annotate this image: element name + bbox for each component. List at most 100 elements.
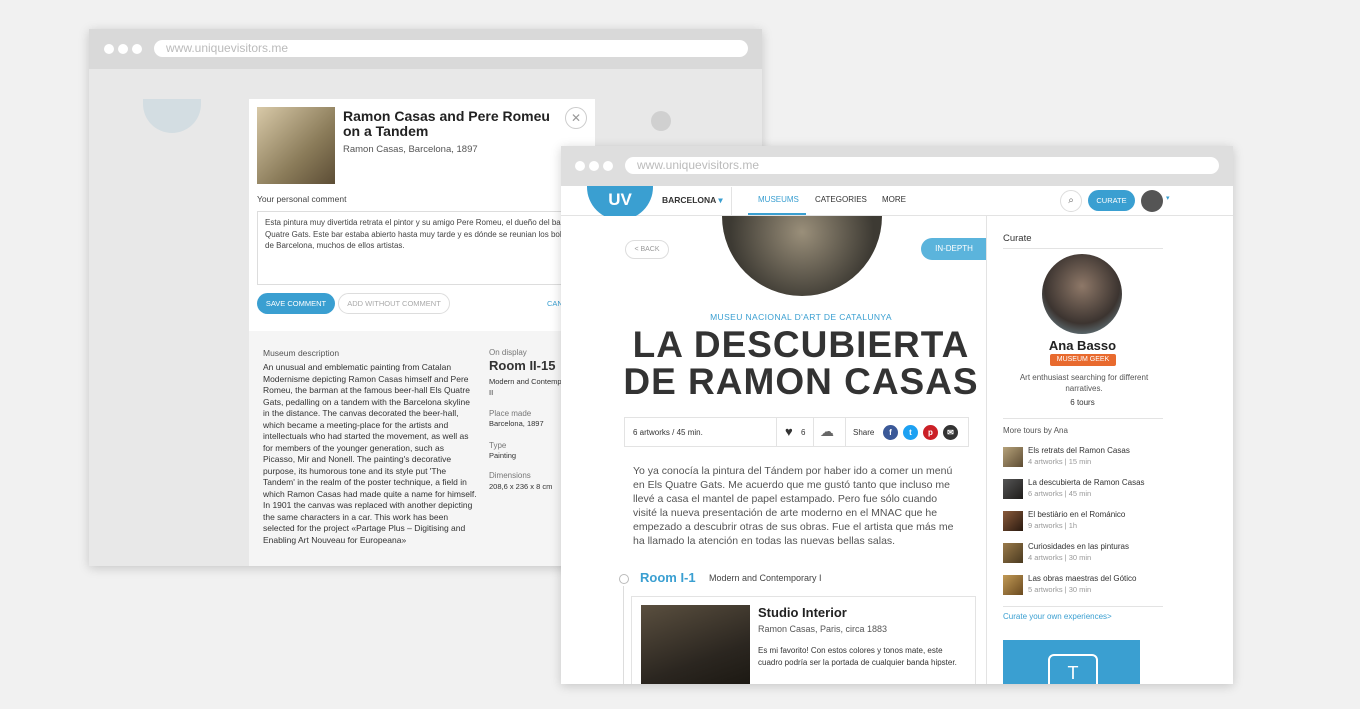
tour-thumbnail [1003, 511, 1023, 531]
heart-icon[interactable]: ♥ [785, 424, 793, 439]
divider [813, 418, 814, 446]
type-value: Painting [489, 451, 517, 460]
tour-item[interactable]: La descubierta de Ramon Casas 6 artworks… [1003, 478, 1173, 504]
save-comment-button[interactable]: SAVE COMMENT [257, 293, 335, 314]
tablet-icon: T [1048, 654, 1098, 684]
room-name[interactable]: Room I-1 [640, 570, 696, 585]
artwork-title: Ramon Casas and Pere Romeu on a Tandem [343, 108, 550, 139]
tour-item[interactable]: Las obras maestras del Gótico 5 artworks… [1003, 574, 1173, 600]
place-value: Barcelona, 1897 [489, 419, 544, 428]
tour-title: El bestiàrio en el Románico [1028, 510, 1126, 519]
twitter-icon[interactable]: t [903, 425, 918, 440]
tour-meta: 4 artworks | 30 min [1028, 553, 1092, 562]
curator-name[interactable]: Ana Basso [987, 338, 1178, 353]
active-tab-indicator [748, 213, 806, 215]
tour-item[interactable]: Els retrats del Ramon Casas 4 artworks |… [1003, 446, 1173, 472]
comment-textarea[interactable]: Esta pintura muy divertida retrata el pi… [257, 211, 595, 285]
nav-categories[interactable]: CATEGORIES [815, 195, 867, 204]
back-button[interactable]: < BACK [625, 240, 669, 259]
curate-button[interactable]: CURATE [1088, 190, 1135, 211]
tour-meta: 4 artworks | 15 min [1028, 457, 1092, 466]
place-label: Place made [489, 409, 532, 418]
dimensions-value: 208,6 x 236 x 8 cm [489, 482, 553, 491]
url-bar[interactable]: www.uniquevisitors.me [154, 40, 748, 57]
window-dot-icon [104, 44, 114, 54]
browser-chrome: www.uniquevisitors.me [89, 29, 762, 69]
url-bar[interactable]: www.uniquevisitors.me [625, 157, 1219, 174]
avatar [651, 111, 671, 131]
tour-stats: 6 artworks / 45 min. [633, 428, 703, 437]
chevron-down-icon[interactable]: ▾ [1166, 194, 1170, 202]
divider [1003, 606, 1163, 607]
curator-tour-count: 6 tours [1070, 398, 1095, 407]
tour-item[interactable]: El bestiàrio en el Románico 9 artworks |… [1003, 510, 1173, 536]
pinterest-icon[interactable]: p [923, 425, 938, 440]
artwork-subtitle: Ramon Casas, Paris, circa 1883 [758, 624, 888, 634]
window-dot-icon [603, 161, 613, 171]
sidebar-heading: Curate [1003, 233, 1032, 244]
front-browser-window: www.uniquevisitors.me UV BARCELONA ▾ MUS… [561, 146, 1233, 684]
curator-avatar[interactable] [1042, 254, 1122, 334]
city-selector[interactable]: BARCELONA ▾ [662, 195, 723, 206]
tour-meta: 6 artworks | 45 min [1028, 489, 1092, 498]
divider [1003, 418, 1163, 419]
tour-meta: 5 artworks | 30 min [1028, 585, 1092, 594]
add-without-comment-button[interactable]: ADD WITHOUT COMMENT [338, 293, 450, 314]
page-title: LA DESCUBIERTA DE RAMON CASAS [623, 324, 979, 402]
close-icon[interactable]: ✕ [565, 107, 587, 129]
browser-chrome: www.uniquevisitors.me [561, 146, 1233, 186]
email-icon[interactable]: ✉ [943, 425, 958, 440]
tour-thumbnail [1003, 479, 1023, 499]
tour-thumbnail [1003, 447, 1023, 467]
facebook-icon[interactable]: f [883, 425, 898, 440]
chevron-down-icon: ▾ [718, 195, 723, 205]
curator-badge: MUSEUM GEEK [1050, 354, 1116, 366]
avatar[interactable] [1141, 190, 1163, 212]
window-dot-icon [118, 44, 128, 54]
museum-description-label: Museum description [263, 348, 340, 358]
search-icon[interactable]: ⌕ [1060, 190, 1082, 212]
download-cloud-icon[interactable]: ☁ [820, 423, 834, 440]
nav-museums[interactable]: MUSEUMS [758, 195, 799, 204]
curator-sidebar: Curate Ana Basso MUSEUM GEEK Art enthusi… [986, 216, 1233, 684]
room-value: Room II-15 [489, 358, 556, 373]
divider [845, 418, 846, 446]
comment-label: Your personal comment [257, 194, 347, 204]
curate-own-link[interactable]: Curate your own experiences> [1003, 612, 1112, 621]
divider [731, 187, 732, 215]
tour-title: Las obras maestras del Gótico [1028, 574, 1137, 583]
uv-logo[interactable]: UV [587, 186, 653, 220]
curator-bio: Art enthusiast searching for different n… [1019, 373, 1149, 393]
artwork-title[interactable]: Studio Interior [758, 605, 847, 620]
promo-banner[interactable]: T [1003, 640, 1140, 684]
window-dot-icon [132, 44, 142, 54]
tour-stats-bar: 6 artworks / 45 min. ♥ 6 ☁ Share f t p ✉ [624, 417, 969, 447]
like-count: 6 [801, 428, 806, 437]
tour-intro: Yo ya conocía la pintura del Tándem por … [633, 465, 954, 547]
share-label: Share [853, 428, 875, 437]
artwork-details: Museum description An unusual and emblem… [249, 331, 595, 566]
type-label: Type [489, 441, 507, 450]
museum-description: An unusual and emblematic painting from … [263, 362, 477, 545]
tour-title: Els retrats del Ramon Casas [1028, 446, 1130, 455]
hero-image [722, 216, 882, 296]
tour-item[interactable]: Curiosidades en las pinturas 4 artworks … [1003, 542, 1173, 568]
on-display-label: On display [489, 348, 527, 357]
tour-thumbnail [1003, 543, 1023, 563]
tour-thumbnail [1003, 575, 1023, 595]
timeline-dot-icon [619, 574, 629, 584]
artwork-thumbnail [257, 107, 335, 184]
add-comment-modal: Ramon Casas and Pere Romeu on a Tandem R… [249, 99, 595, 566]
divider [776, 418, 777, 446]
nav-more[interactable]: MORE [882, 195, 906, 204]
artwork-comment: Es mi favorito! Con estos colores y tono… [758, 646, 957, 667]
tour-meta: 9 artworks | 1h [1028, 521, 1078, 530]
museum-name[interactable]: MUSEU NACIONAL D'ART DE CATALUNYA [561, 312, 1041, 322]
timeline-line [623, 586, 624, 684]
artwork-image[interactable] [641, 605, 750, 684]
city-label: BARCELONA [662, 195, 716, 205]
artwork-card[interactable]: Studio Interior Ramon Casas, Paris, circ… [631, 596, 976, 684]
more-tours-heading: More tours by Ana [1003, 426, 1068, 435]
uv-logo-icon [143, 99, 201, 133]
artwork-subtitle: Ramon Casas, Barcelona, 1897 [343, 144, 478, 155]
